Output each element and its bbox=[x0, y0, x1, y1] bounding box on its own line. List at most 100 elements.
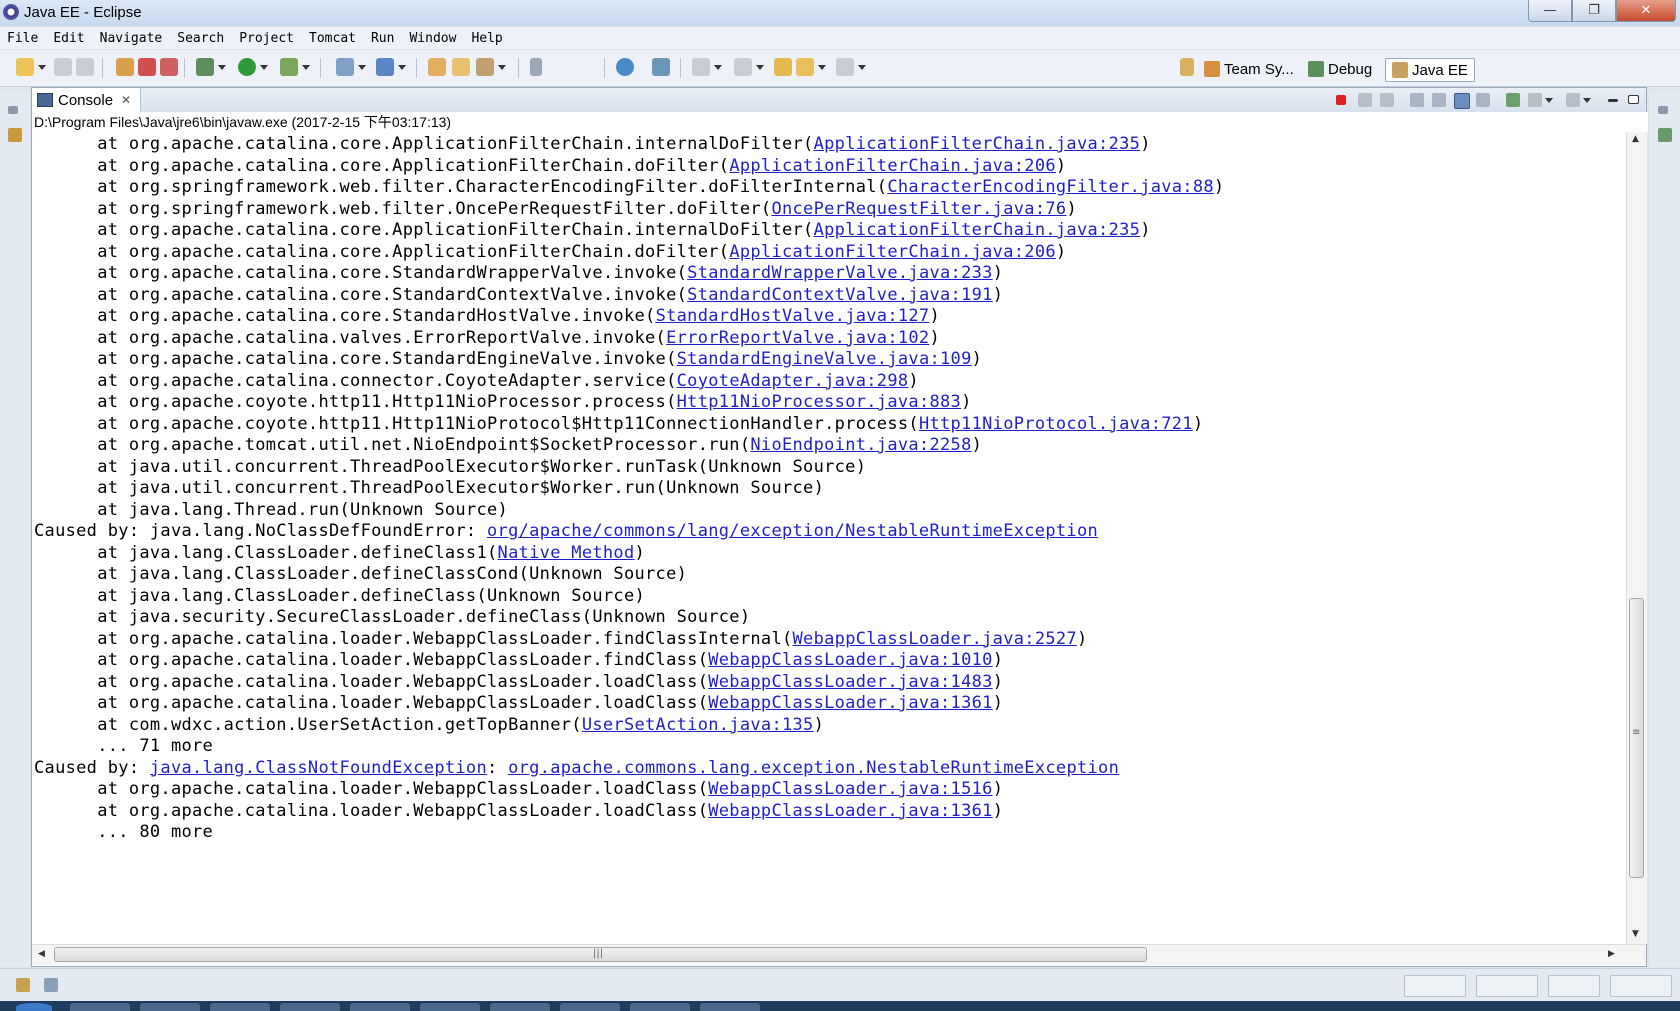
scroll-down-icon[interactable]: ▼ bbox=[1632, 929, 1639, 939]
open-resource-icon[interactable] bbox=[452, 58, 470, 76]
menu-help[interactable]: Help bbox=[464, 31, 510, 46]
source-link[interactable]: WebappClassLoader.java:2527 bbox=[793, 629, 1077, 649]
new-web-service-icon[interactable] bbox=[376, 58, 406, 76]
source-link[interactable]: WebappClassLoader.java:1483 bbox=[708, 672, 992, 692]
source-link[interactable]: WebappClassLoader.java:1361 bbox=[708, 693, 992, 713]
open-console-icon[interactable] bbox=[1566, 93, 1591, 107]
next-annotation-icon[interactable] bbox=[692, 58, 722, 76]
run-icon[interactable] bbox=[238, 58, 268, 76]
taskbar-item[interactable] bbox=[420, 1003, 480, 1011]
perspective-debug[interactable]: Debug bbox=[1308, 58, 1372, 80]
minimized-view-icon[interactable] bbox=[8, 128, 22, 142]
source-link[interactable]: java.lang.ClassNotFoundException bbox=[150, 758, 487, 778]
perspective-team-sync[interactable]: Team Sy... bbox=[1204, 58, 1294, 80]
new-server-icon[interactable] bbox=[336, 58, 366, 76]
horizontal-scrollbar[interactable]: ◀ ||| ▶ bbox=[32, 944, 1646, 965]
previous-annotation-icon[interactable] bbox=[734, 58, 764, 76]
menu-window[interactable]: Window bbox=[402, 31, 464, 46]
source-link[interactable]: WebappClassLoader.java:1361 bbox=[708, 801, 992, 821]
source-link[interactable]: ErrorReportValve.java:102 bbox=[666, 328, 929, 348]
show-console-on-output-icon[interactable] bbox=[1454, 93, 1470, 109]
skip-breakpoints-icon[interactable] bbox=[116, 58, 134, 76]
trim-stack[interactable] bbox=[1548, 975, 1600, 997]
taskbar-item[interactable] bbox=[70, 1003, 130, 1011]
taskbar-item[interactable] bbox=[350, 1003, 410, 1011]
fast-view-icon[interactable] bbox=[16, 978, 30, 992]
forward-icon[interactable] bbox=[836, 58, 866, 76]
taskbar-item[interactable] bbox=[140, 1003, 200, 1011]
perspective-java-ee[interactable]: Java EE bbox=[1385, 58, 1475, 82]
source-link[interactable]: Native Method bbox=[498, 543, 635, 563]
pin-console-icon[interactable] bbox=[1506, 93, 1520, 107]
last-edit-location-icon[interactable] bbox=[774, 58, 792, 76]
close-button[interactable]: ✕ bbox=[1616, 0, 1676, 22]
save-icon[interactable] bbox=[54, 58, 72, 76]
restore-button[interactable]: ❐ bbox=[1572, 0, 1616, 22]
back-icon[interactable] bbox=[796, 58, 826, 76]
trim-stack[interactable] bbox=[1404, 975, 1466, 997]
source-link[interactable]: CoyoteAdapter.java:298 bbox=[677, 371, 909, 391]
new-icon[interactable] bbox=[16, 58, 46, 76]
source-link[interactable]: UserSetAction.java:135 bbox=[582, 715, 814, 735]
scroll-up-icon[interactable]: ▲ bbox=[1632, 134, 1639, 144]
taskbar-item[interactable] bbox=[700, 1003, 760, 1011]
source-link[interactable]: ApplicationFilterChain.java:206 bbox=[729, 156, 1056, 176]
source-link[interactable]: StandardWrapperValve.java:233 bbox=[687, 263, 993, 283]
search-icon[interactable] bbox=[476, 58, 506, 76]
tomcat-start-icon[interactable] bbox=[138, 58, 156, 76]
taskbar-item[interactable] bbox=[490, 1003, 550, 1011]
taskbar-item[interactable] bbox=[630, 1003, 690, 1011]
minimized-stack-icon[interactable] bbox=[44, 978, 58, 992]
source-link[interactable]: OncePerRequestFilter.java:76 bbox=[771, 199, 1066, 219]
terminate-icon[interactable] bbox=[1336, 95, 1346, 105]
refresh-icon[interactable] bbox=[652, 58, 670, 76]
source-link[interactable]: org.apache.commons.lang.exception.Nestab… bbox=[508, 758, 1119, 778]
show-console-on-error-icon[interactable] bbox=[1476, 93, 1490, 107]
menu-edit[interactable]: Edit bbox=[46, 31, 92, 46]
scroll-right-icon[interactable]: ▶ bbox=[1608, 949, 1615, 959]
globe-icon[interactable] bbox=[616, 58, 634, 76]
close-icon[interactable]: ✕ bbox=[121, 93, 131, 107]
source-link[interactable]: CharacterEncodingFilter.java:88 bbox=[887, 177, 1214, 197]
vertical-scroll-thumb[interactable]: ≡ bbox=[1629, 598, 1644, 878]
clear-console-icon[interactable] bbox=[1410, 93, 1424, 107]
tomcat-stop-icon[interactable] bbox=[160, 58, 178, 76]
source-link[interactable]: ApplicationFilterChain.java:235 bbox=[814, 134, 1141, 154]
source-link[interactable]: NioEndpoint.java:2258 bbox=[750, 435, 971, 455]
menu-search[interactable]: Search bbox=[170, 31, 232, 46]
source-link[interactable]: ApplicationFilterChain.java:206 bbox=[729, 242, 1056, 262]
source-link[interactable]: WebappClassLoader.java:1516 bbox=[708, 779, 992, 799]
source-link[interactable]: StandardEngineValve.java:109 bbox=[677, 349, 972, 369]
scroll-lock-icon[interactable] bbox=[1432, 93, 1446, 107]
toggle-mark-occurrences-icon[interactable] bbox=[530, 58, 542, 76]
minimize-view-icon[interactable] bbox=[1608, 99, 1618, 102]
menu-run[interactable]: Run bbox=[364, 31, 402, 46]
horizontal-scroll-thumb[interactable]: ||| bbox=[54, 947, 1147, 962]
source-link[interactable]: ApplicationFilterChain.java:235 bbox=[814, 220, 1141, 240]
taskbar-item[interactable] bbox=[560, 1003, 620, 1011]
display-selected-console-icon[interactable] bbox=[1528, 93, 1553, 107]
source-link[interactable]: org/apache/commons/lang/exception/Nestab… bbox=[487, 521, 1098, 541]
menu-file[interactable]: File bbox=[0, 31, 46, 46]
maximize-view-icon[interactable] bbox=[1628, 95, 1639, 104]
scroll-left-icon[interactable]: ◀ bbox=[38, 949, 45, 959]
console-output[interactable]: at org.apache.catalina.core.ApplicationF… bbox=[32, 132, 1625, 944]
minimize-button[interactable]: — bbox=[1528, 0, 1572, 22]
open-perspective-icon[interactable] bbox=[1180, 58, 1194, 76]
trim-stack[interactable] bbox=[1610, 975, 1672, 997]
remove-all-terminated-icon[interactable] bbox=[1380, 93, 1394, 107]
remove-launch-icon[interactable] bbox=[1358, 93, 1372, 107]
source-link[interactable]: WebappClassLoader.java:1010 bbox=[708, 650, 992, 670]
debug-icon[interactable] bbox=[196, 58, 226, 76]
restore-view-icon[interactable] bbox=[8, 106, 18, 114]
menu-project[interactable]: Project bbox=[232, 31, 302, 46]
start-button[interactable] bbox=[16, 1003, 52, 1011]
menu-tomcat[interactable]: Tomcat bbox=[302, 31, 364, 46]
external-tools-icon[interactable] bbox=[280, 58, 310, 76]
minimized-view-icon[interactable] bbox=[1658, 128, 1672, 142]
print-icon[interactable] bbox=[76, 58, 94, 76]
menu-navigate[interactable]: Navigate bbox=[93, 31, 171, 46]
tab-console[interactable]: Console ✕ bbox=[32, 88, 141, 112]
restore-view-icon[interactable] bbox=[1658, 106, 1668, 114]
source-link[interactable]: StandardHostValve.java:127 bbox=[656, 306, 930, 326]
